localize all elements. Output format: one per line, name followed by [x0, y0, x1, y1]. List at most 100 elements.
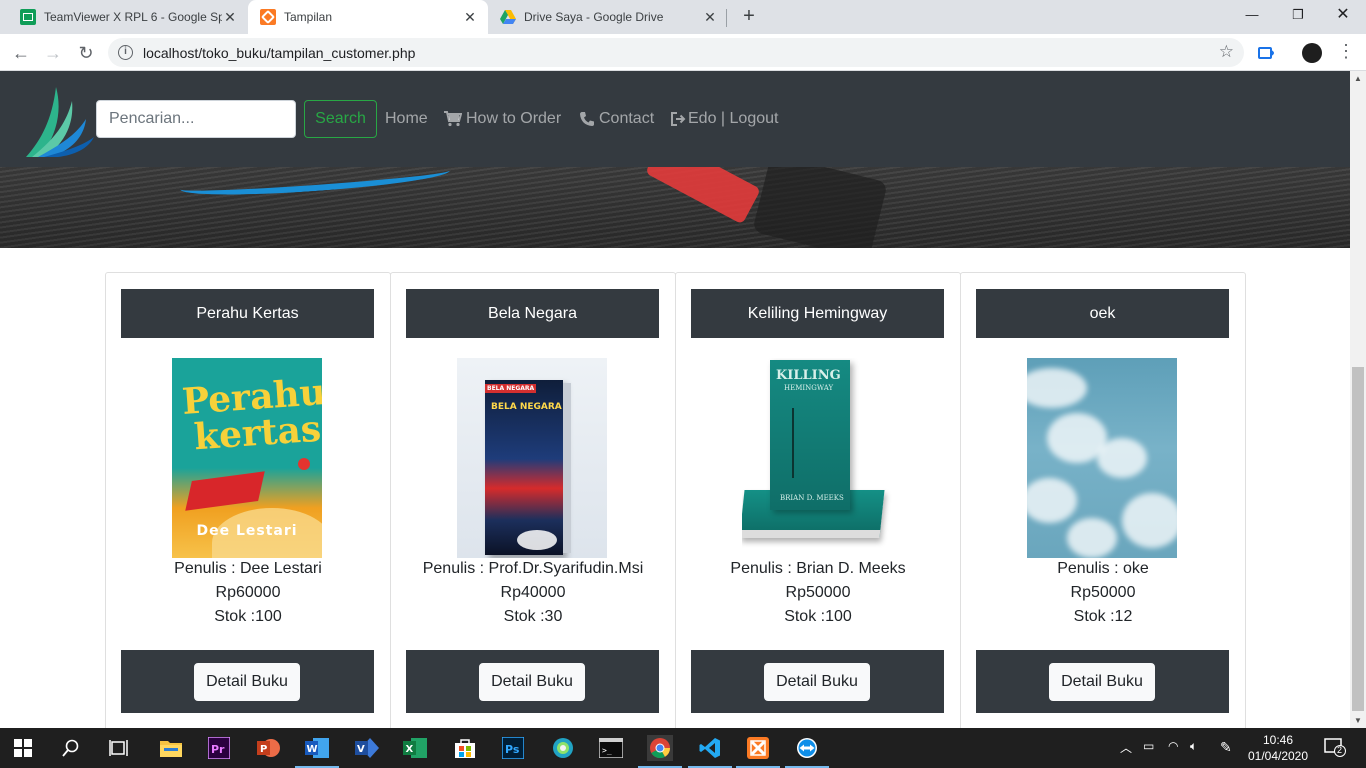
book-title: Keliling Hemingway — [691, 289, 944, 338]
windows-taskbar: Pr P W V X Ps >_ ︿ ▭ ◠ 🔈︎ ✎ 10:46 01/04/… — [0, 728, 1366, 768]
svg-text:X: X — [406, 744, 414, 755]
browser-tab-strip: TeamViewer X RPL 6 - Google Sp ✕ Tampila… — [0, 0, 1366, 34]
book-stock: Stok :100 — [214, 608, 282, 625]
site-logo[interactable] — [22, 79, 96, 159]
back-button[interactable]: ← — [8, 40, 34, 66]
book-price: Rp50000 — [1070, 584, 1136, 601]
pen-workspace-icon[interactable]: ✎ — [1220, 739, 1232, 756]
search-icon[interactable] — [58, 735, 84, 761]
tab-tampilan[interactable]: Tampilan ✕ — [248, 0, 488, 34]
book-card: Perahu Kertas Perahu kertas Dee Lestari … — [105, 272, 391, 728]
menu-kebab-icon[interactable]: ⋮ — [1337, 41, 1355, 62]
microsoft-store-icon[interactable] — [452, 735, 478, 761]
book-stock: Stok :30 — [503, 608, 563, 625]
teamviewer-icon[interactable] — [785, 735, 829, 768]
detail-buku-button[interactable]: Detail Buku — [764, 663, 870, 701]
excel-icon[interactable]: X — [402, 735, 428, 761]
minimize-button[interactable]: — — [1229, 0, 1275, 30]
windows-start-icon[interactable] — [10, 735, 36, 761]
close-tab-icon[interactable]: ✕ — [222, 9, 238, 26]
bookmark-star-icon[interactable]: ☆ — [1219, 42, 1234, 62]
phone-icon — [579, 111, 595, 127]
new-tab-button[interactable]: + — [738, 5, 760, 27]
volume-icon[interactable]: 🔈︎ — [1190, 739, 1197, 754]
notification-count: 2 — [1337, 745, 1343, 755]
book-price: Rp40000 — [500, 584, 566, 601]
book-author: Penulis : Brian D. Meeks — [730, 560, 906, 577]
wifi-icon[interactable]: ◠ — [1168, 739, 1178, 753]
nav-link-how-to-order[interactable]: How to Order — [444, 108, 561, 130]
browser-toolbar: ← → ↻ i localhost/toko_buku/tampilan_cus… — [0, 34, 1366, 71]
book-stock: Stok :100 — [784, 608, 852, 625]
google-sheets-icon — [20, 9, 36, 25]
adobe-premiere-icon[interactable]: Pr — [206, 735, 232, 761]
card-footer: Detail Buku — [691, 650, 944, 713]
tab-teamviewer[interactable]: TeamViewer X RPL 6 - Google Sp ✕ — [8, 0, 248, 34]
battery-icon[interactable]: ▭ — [1143, 739, 1154, 753]
book-author: Penulis : Prof.Dr.Syarifudin.Msi — [422, 560, 644, 577]
show-hidden-icons-chevron-icon[interactable]: ︿ — [1120, 739, 1132, 756]
book-cover-image[interactable]: KILLING HEMINGWAY BRIAN D. MEEKS — [742, 358, 892, 558]
tab-google-drive[interactable]: Drive Saya - Google Drive ✕ — [488, 0, 728, 34]
task-view-icon[interactable] — [106, 735, 132, 761]
close-window-button[interactable]: ✕ — [1320, 0, 1366, 30]
search-button[interactable]: Search — [304, 100, 377, 138]
card-footer: Detail Buku — [121, 650, 374, 713]
scroll-up-arrow-icon[interactable]: ▲ — [1354, 74, 1362, 83]
book-cover-image[interactable] — [1027, 358, 1177, 558]
svg-text:Ps: Ps — [505, 743, 520, 756]
scrollbar-thumb[interactable] — [1352, 367, 1364, 711]
word-icon[interactable]: W — [295, 735, 339, 768]
page-viewport: Search Home How to Order Contact Edo | L… — [0, 71, 1350, 728]
nav-link-home[interactable]: Home — [385, 108, 428, 130]
book-price: Rp50000 — [785, 584, 851, 601]
forward-button[interactable]: → — [40, 40, 66, 66]
reload-button[interactable]: ↻ — [73, 40, 99, 66]
app-globe-icon[interactable] — [550, 735, 576, 761]
xampp-icon[interactable] — [736, 735, 780, 768]
detail-buku-button[interactable]: Detail Buku — [1049, 663, 1155, 701]
tab-divider — [726, 9, 727, 27]
scroll-down-arrow-icon[interactable]: ▼ — [1354, 716, 1362, 725]
vscode-icon[interactable] — [688, 735, 732, 768]
card-footer: Detail Buku — [976, 650, 1229, 713]
book-author: Penulis : oke — [1057, 560, 1149, 577]
action-center-icon[interactable]: 2 — [1324, 737, 1346, 757]
svg-text:>_: >_ — [602, 746, 612, 755]
page-scrollbar[interactable]: ▲ ▼ — [1350, 71, 1366, 728]
book-stock: Stok :12 — [1073, 608, 1133, 625]
book-card: Bela Negara BELA NEGARA BELA NEGARA Penu… — [390, 272, 676, 728]
close-tab-icon[interactable]: ✕ — [462, 9, 478, 26]
cast-extension-icon[interactable] — [1256, 42, 1278, 64]
clock-time: 10:46 — [1262, 733, 1294, 747]
nav-link-logout[interactable]: Edo | Logout — [670, 108, 778, 130]
restore-button[interactable]: ❐ — [1275, 0, 1321, 30]
book-title: Perahu Kertas — [121, 289, 374, 338]
profile-avatar[interactable] — [1302, 43, 1322, 63]
terminal-icon[interactable]: >_ — [598, 735, 624, 761]
taskbar-clock[interactable]: 10:46 01/04/2020 — [1245, 732, 1311, 764]
svg-text:V: V — [357, 744, 365, 755]
powerpoint-icon[interactable]: P — [256, 735, 282, 761]
visio-icon[interactable]: V — [354, 735, 380, 761]
search-input[interactable] — [96, 100, 296, 138]
nav-link-contact[interactable]: Contact — [579, 108, 654, 130]
sign-out-icon — [670, 111, 687, 127]
svg-text:Pr: Pr — [211, 743, 225, 756]
file-explorer-icon[interactable] — [158, 735, 184, 761]
book-cover-image[interactable]: Perahu kertas Dee Lestari — [172, 358, 322, 558]
detail-buku-button[interactable]: Detail Buku — [194, 663, 300, 701]
google-drive-icon — [500, 9, 516, 25]
close-tab-icon[interactable]: ✕ — [702, 9, 718, 26]
detail-buku-button[interactable]: Detail Buku — [479, 663, 585, 701]
info-icon[interactable]: i — [118, 45, 133, 60]
book-cover-image[interactable]: BELA NEGARA BELA NEGARA — [457, 358, 607, 558]
book-title: Bela Negara — [406, 289, 659, 338]
url-text[interactable]: localhost/toko_buku/tampilan_customer.ph… — [143, 45, 415, 61]
address-bar[interactable]: i localhost/toko_buku/tampilan_customer.… — [108, 38, 1244, 67]
book-price: Rp60000 — [215, 584, 281, 601]
book-card: oek Penulis : oke Rp50000 Stok :12 Detai… — [960, 272, 1246, 728]
chrome-icon[interactable] — [638, 735, 682, 768]
photoshop-icon[interactable]: Ps — [500, 735, 526, 761]
svg-text:P: P — [260, 744, 267, 755]
